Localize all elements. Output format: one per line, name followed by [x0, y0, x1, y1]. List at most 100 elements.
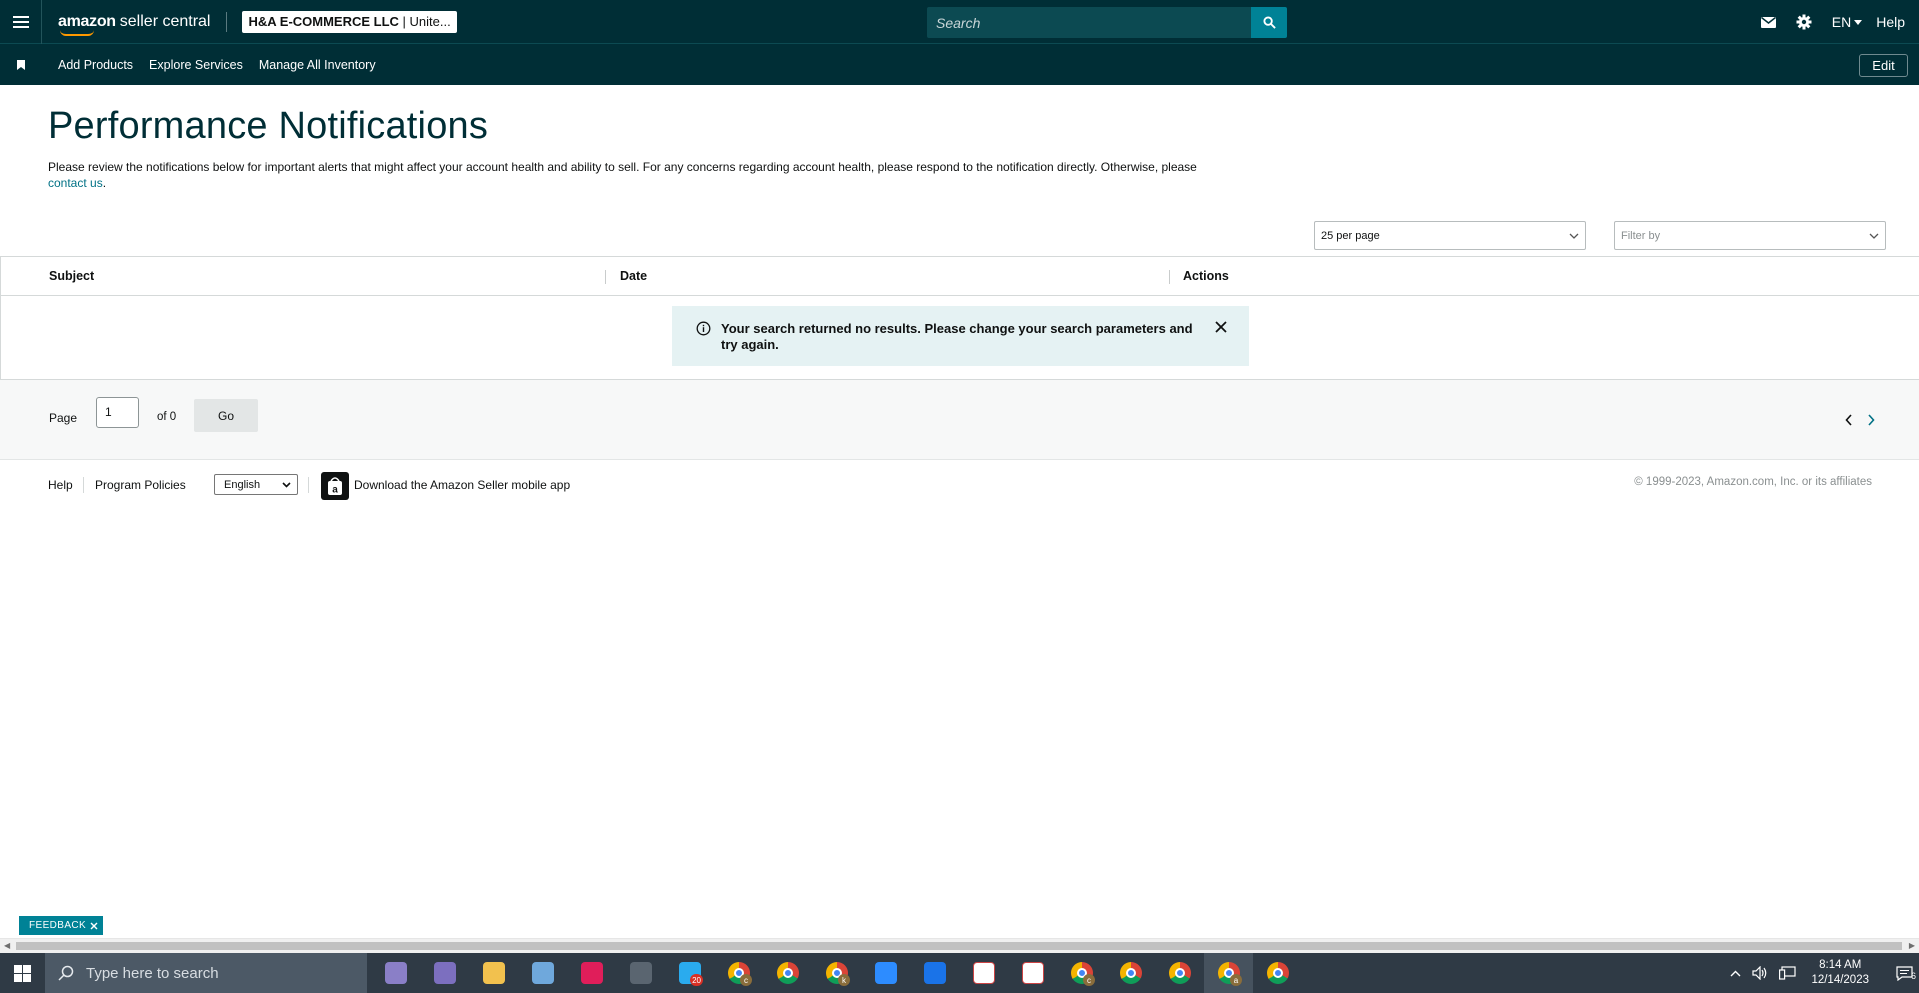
calculator-icon — [629, 962, 652, 984]
taskbar-app-r-icon[interactable] — [910, 953, 959, 993]
chevron-up-icon[interactable] — [1730, 970, 1741, 977]
no-results-alert: Your search returned no results. Please … — [672, 306, 1249, 366]
seller-app-icon[interactable]: a — [321, 472, 349, 500]
chevron-down-icon — [1869, 233, 1879, 239]
search-icon — [58, 965, 74, 981]
per-page-select[interactable]: 25 per page — [1314, 221, 1586, 250]
bookmark-icon[interactable] — [0, 59, 42, 70]
notification-count: 6 — [1910, 970, 1916, 981]
taskbar-chrome-icon[interactable]: c — [714, 953, 763, 993]
search-button[interactable] — [1251, 7, 1287, 38]
secondary-nav: Add Products Explore Services Manage All… — [0, 44, 1919, 85]
taskbar-chrome-icon[interactable] — [1106, 953, 1155, 993]
slack-icon — [580, 962, 603, 984]
chevron-left-icon[interactable] — [1845, 414, 1853, 426]
footer-help-link[interactable]: Help — [48, 478, 73, 492]
horizontal-scrollbar[interactable]: ◀ ▶ — [0, 938, 1919, 953]
taskbar-calculator-icon[interactable] — [616, 953, 665, 993]
taskbar-document-icon[interactable] — [959, 953, 1008, 993]
chevron-right-icon[interactable] — [1867, 414, 1875, 426]
volume-icon[interactable] — [1752, 966, 1768, 980]
app-badge: c — [740, 974, 752, 986]
scroll-right-icon[interactable]: ▶ — [1909, 941, 1915, 950]
svg-text:a: a — [332, 485, 338, 496]
taskbar-chrome-icon[interactable] — [1155, 953, 1204, 993]
taskbar-chrome-icon[interactable]: k — [812, 953, 861, 993]
close-icon[interactable] — [1215, 321, 1227, 333]
header-actions: EN Help — [1760, 0, 1919, 44]
taskbar-app-icon[interactable] — [420, 953, 469, 993]
chrome-icon — [776, 962, 799, 984]
taskbar-chrome-icon[interactable]: c — [1057, 953, 1106, 993]
scroll-left-icon[interactable]: ◀ — [4, 941, 10, 950]
system-clock[interactable]: 8:14 AM 12/14/2023 — [1811, 958, 1869, 988]
taskbar-zoom-icon[interactable] — [861, 953, 910, 993]
app-r-icon — [923, 962, 946, 984]
taskbar-notepad-icon[interactable] — [518, 953, 567, 993]
document-icon — [1021, 962, 1044, 984]
clock-date: 12/14/2023 — [1811, 974, 1869, 986]
taskbar-app-icon[interactable] — [371, 953, 420, 993]
nav-add-products[interactable]: Add Products — [58, 58, 133, 72]
taskbar-search[interactable]: Type here to search — [45, 953, 367, 993]
page-number-input[interactable]: 1 — [96, 397, 139, 428]
nav-explore-services[interactable]: Explore Services — [149, 58, 243, 72]
search-icon — [1262, 16, 1276, 29]
go-button[interactable]: Go — [194, 399, 258, 432]
taskbar-slack-icon[interactable] — [567, 953, 616, 993]
taskbar-file-explorer-icon[interactable] — [469, 953, 518, 993]
taskbar-chrome-icon[interactable] — [1253, 953, 1302, 993]
intro-end: . — [102, 176, 107, 190]
program-policies-link[interactable]: Program Policies — [95, 478, 186, 492]
column-actions: Actions — [1183, 269, 1229, 283]
search-input[interactable]: Search — [927, 7, 1251, 38]
column-divider — [1169, 270, 1170, 284]
windows-start-icon[interactable] — [0, 953, 45, 993]
taskbar-apps: 20 c k c a — [371, 953, 1302, 993]
page-total: of 0 — [157, 411, 177, 423]
app-badge: c — [1083, 974, 1095, 986]
account-region: | Unite... — [398, 13, 451, 29]
footer-divider — [83, 477, 84, 493]
clock-time: 8:14 AM — [1819, 959, 1862, 971]
nav-manage-inventory[interactable]: Manage All Inventory — [259, 58, 376, 72]
header-divider — [226, 11, 228, 32]
notification-center-icon[interactable]: 6 — [1889, 965, 1919, 981]
mail-icon[interactable] — [1760, 16, 1776, 28]
menu-icon[interactable] — [0, 0, 42, 44]
taskbar-telegram-icon[interactable]: 20 — [665, 953, 714, 993]
taskbar-document-icon[interactable] — [1008, 953, 1057, 993]
gear-icon[interactable] — [1796, 14, 1812, 30]
column-divider — [605, 270, 606, 284]
account-name: H&A E-COMMERCE LLC — [248, 13, 399, 29]
language-selector[interactable]: EN — [1831, 14, 1863, 30]
chrome-icon — [1266, 962, 1289, 984]
intro-text: Please review the notifications below fo… — [48, 160, 1197, 174]
footer-language-select[interactable]: English — [214, 474, 298, 495]
filter-by-select[interactable]: Filter by — [1614, 221, 1886, 250]
page-title: Performance Notifications — [48, 105, 489, 147]
language-label: EN — [1831, 14, 1852, 30]
taskbar-chrome-icon[interactable]: a — [1204, 953, 1253, 993]
windows-taskbar: Type here to search 20 c k c a 8:14 AM 12/14… — [0, 953, 1919, 993]
scrollbar-thumb[interactable] — [16, 942, 1902, 950]
help-link[interactable]: Help — [1876, 14, 1905, 30]
footer-divider — [308, 477, 309, 493]
app-icon — [384, 962, 407, 984]
edit-nav-button[interactable]: Edit — [1859, 54, 1908, 77]
network-icon[interactable] — [1779, 966, 1797, 980]
page-label: Page — [49, 411, 78, 425]
seller-central-logo[interactable]: amazon seller central — [58, 12, 211, 36]
taskbar-chrome-icon[interactable] — [763, 953, 812, 993]
pagination-bar: Page 1 of 0 Go — [0, 380, 1919, 460]
chrome-icon — [1119, 962, 1142, 984]
column-date[interactable]: Date — [620, 269, 647, 283]
download-app-link[interactable]: Download the Amazon Seller mobile app — [354, 478, 570, 492]
feedback-button[interactable]: FEEDBACK — [19, 916, 104, 935]
contact-us-link[interactable]: contact us — [48, 176, 103, 190]
account-switcher[interactable]: H&A E-COMMERCE LLC | Unite... — [242, 10, 457, 33]
logo-product: seller central — [119, 12, 211, 30]
no-results-message: Your search returned no results. Please … — [721, 321, 1193, 352]
column-subject[interactable]: Subject — [49, 269, 94, 283]
close-icon[interactable] — [90, 922, 98, 930]
